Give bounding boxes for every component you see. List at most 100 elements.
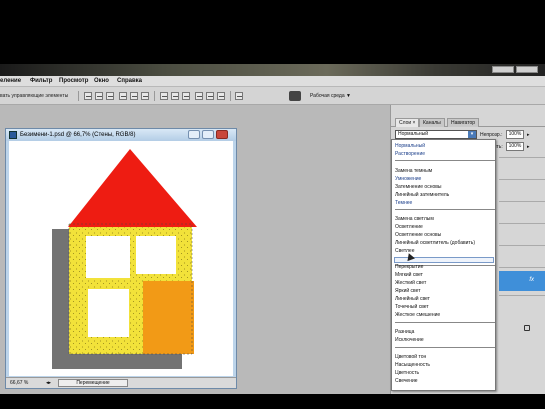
menu-help[interactable]: Справка	[117, 78, 142, 84]
show-transform-controls-label[interactable]: вать управляющие элементы	[0, 93, 68, 99]
opacity-label: Непрозр.:	[480, 132, 503, 138]
distribute-top-icon[interactable]	[160, 92, 168, 100]
blend-mode-select[interactable]: Нормальный ▾	[395, 130, 477, 139]
window-minimize-button[interactable]	[492, 66, 514, 73]
align-hcenter-icon[interactable]	[130, 92, 138, 100]
align-top-icon[interactable]	[84, 92, 92, 100]
menu-separator	[395, 160, 495, 161]
align-right-icon[interactable]	[141, 92, 149, 100]
window-top-right	[136, 236, 176, 274]
menu-item-luminosity[interactable]: Свечение	[395, 378, 418, 384]
opacity-arrow-icon[interactable]: ▸	[527, 132, 530, 138]
menu-separator	[395, 209, 495, 210]
separator	[154, 91, 155, 101]
workspace-icon[interactable]	[289, 91, 301, 101]
doc-close-button[interactable]	[216, 130, 228, 139]
lock-icon[interactable]	[524, 325, 530, 331]
menu-item-difference[interactable]: Разница	[395, 329, 414, 335]
menu-item-vivid-light[interactable]: Яркий свет	[395, 288, 421, 294]
layer-divider	[499, 245, 545, 246]
layer-divider	[499, 201, 545, 202]
auto-align-icon[interactable]	[235, 92, 243, 100]
menu-item-linear-burn[interactable]: Линейный затемнитель	[395, 192, 449, 198]
chevron-down-icon[interactable]: ▾	[468, 131, 476, 138]
menu-item-lighten[interactable]: Замена светлым	[395, 216, 434, 222]
menu-separator	[395, 347, 495, 348]
menu-view[interactable]: Просмотр	[59, 78, 88, 84]
black-bar-top	[0, 0, 545, 64]
zoom-level[interactable]: 66,67 %	[10, 380, 28, 386]
menu-item-soft-light[interactable]: Мягкий свет	[395, 272, 423, 278]
layer-divider	[499, 157, 545, 158]
document-title: Безимени-1.psd @ 66,7% (Стены, RGB/8)	[20, 132, 136, 138]
house-door	[143, 281, 194, 354]
window-top-left	[86, 236, 130, 278]
window-bottom-left	[88, 289, 129, 337]
distribute-vcenter-icon[interactable]	[171, 92, 179, 100]
separator	[230, 91, 231, 101]
align-bottom-icon[interactable]	[106, 92, 114, 100]
layer-divider	[499, 223, 545, 224]
house-roof	[68, 149, 197, 227]
distribute-hcenter-icon[interactable]	[206, 92, 214, 100]
menu-separator	[395, 322, 495, 323]
doc-maximize-button[interactable]	[202, 130, 214, 139]
house-artwork	[52, 149, 197, 369]
menu-item-screen[interactable]: Осветление	[395, 224, 423, 230]
menu-selection[interactable]: еление	[0, 78, 21, 84]
menu-item-darken[interactable]: Замена темным	[395, 168, 432, 174]
separator	[78, 91, 79, 101]
menu-item-saturation[interactable]: Насыщенность	[395, 362, 430, 368]
menu-item-linear-light[interactable]: Линейный свет	[395, 296, 430, 302]
tab-navigator[interactable]: Навигатор	[447, 118, 480, 127]
blend-mode-menu: Нормальный Растворение Замена темным Умн…	[391, 139, 496, 391]
panel-tabs: Слои × Каналы Навигатор	[391, 117, 545, 127]
menu-item-darker-color[interactable]: Темнее	[395, 200, 412, 206]
menu-item-multiply[interactable]: Умножение	[395, 176, 421, 182]
blend-mode-value: Нормальный	[398, 131, 429, 137]
layer-divider	[499, 267, 545, 268]
document-statusbar: 66,67 % ◂▸ Перемещение	[6, 377, 236, 388]
menu-filter[interactable]: Фильтр	[30, 78, 52, 84]
window-restore-button[interactable]	[516, 66, 538, 73]
menu-item-linear-dodge[interactable]: Линейный осветлитель (добавить)	[395, 240, 475, 246]
menu-item-hue[interactable]: Цветовой тон	[395, 354, 426, 360]
distribute-right-icon[interactable]	[217, 92, 225, 100]
document-window: Безимени-1.psd @ 66,7% (Стены, RGB/8) 66…	[5, 128, 237, 389]
menubar: еление Фильтр Просмотр Окно Справка	[0, 76, 545, 87]
black-bar-bottom	[0, 394, 545, 409]
menu-item-color-dodge[interactable]: Осветление основы	[395, 232, 441, 238]
layer-row-selected[interactable]: fx	[499, 271, 545, 291]
workspace-dropdown[interactable]: Рабочая среда ▼	[310, 93, 351, 99]
distribute-left-icon[interactable]	[195, 92, 203, 100]
opacity-input[interactable]: 100%	[506, 130, 524, 139]
tab-layers[interactable]: Слои ×	[395, 118, 420, 127]
document-canvas[interactable]	[9, 141, 233, 376]
menu-item-hard-mix[interactable]: Жесткое смешение	[395, 312, 440, 318]
menu-item-overlay[interactable]: Перекрытие	[395, 264, 423, 270]
distribute-bottom-icon[interactable]	[182, 92, 190, 100]
fill-arrow-icon[interactable]: ▸	[527, 144, 530, 150]
menu-item-color-burn[interactable]: Затемнение основы	[395, 184, 441, 190]
align-vcenter-icon[interactable]	[95, 92, 103, 100]
options-bar: вать управляющие элементы Рабочая среда …	[0, 87, 545, 105]
menu-item-dissolve[interactable]: Растворение	[395, 151, 425, 157]
tab-channels[interactable]: Каналы	[419, 118, 445, 127]
menu-item-normal[interactable]: Нормальный	[395, 143, 425, 149]
doc-minimize-button[interactable]	[188, 130, 200, 139]
align-left-icon[interactable]	[119, 92, 127, 100]
menu-window[interactable]: Окно	[94, 78, 109, 84]
layer-divider	[499, 179, 545, 180]
menu-item-exclusion[interactable]: Исключение	[395, 337, 424, 343]
status-arrow-icon[interactable]: ◂▸	[46, 380, 51, 386]
layer-divider	[499, 295, 545, 296]
desktop-strip	[0, 64, 545, 76]
menu-item-hard-light[interactable]: Жесткий свет	[395, 280, 426, 286]
photoshop-doc-icon	[9, 131, 17, 139]
fill-input[interactable]: 100%	[506, 142, 524, 151]
status-tool-readout[interactable]: Перемещение	[58, 379, 128, 387]
menu-item-pin-light[interactable]: Точечный свет	[395, 304, 429, 310]
menu-item-color[interactable]: Цветность	[395, 370, 419, 376]
document-titlebar[interactable]: Безимени-1.psd @ 66,7% (Стены, RGB/8)	[6, 129, 236, 141]
layer-effects-icon[interactable]: fx	[529, 277, 534, 283]
